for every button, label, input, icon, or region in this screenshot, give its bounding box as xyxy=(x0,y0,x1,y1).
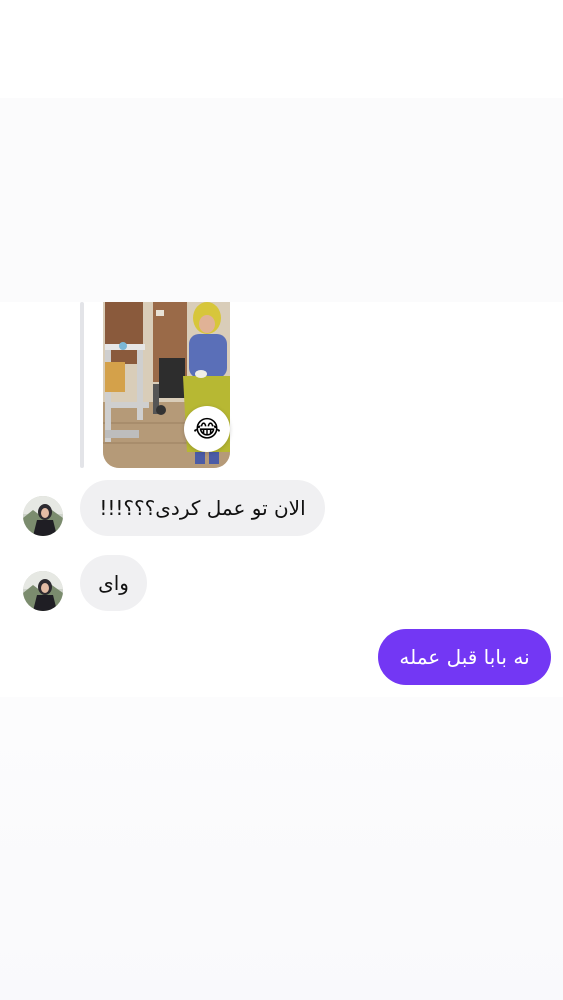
message-bubble-incoming[interactable]: وای xyxy=(80,555,147,611)
status-area xyxy=(0,0,563,98)
reply-quote-bar xyxy=(80,302,84,468)
message-bubble-incoming[interactable]: الان تو عمل کردی؟؟؟!!! xyxy=(80,480,325,536)
message-bubble-outgoing[interactable]: نه بابا قبل عمله xyxy=(378,629,551,685)
message-text: نه بابا قبل عمله xyxy=(399,645,530,669)
avatar[interactable] xyxy=(23,571,63,611)
chat-background-top xyxy=(0,98,563,302)
message-text: الان تو عمل کردی؟؟؟!!! xyxy=(99,496,306,520)
chat-background-bottom xyxy=(0,697,563,1000)
avatar[interactable] xyxy=(23,496,63,536)
reaction-emoji[interactable]: 😂 xyxy=(184,406,230,452)
laughing-emoji-icon: 😂 xyxy=(192,415,222,443)
message-text: وای xyxy=(98,571,129,595)
